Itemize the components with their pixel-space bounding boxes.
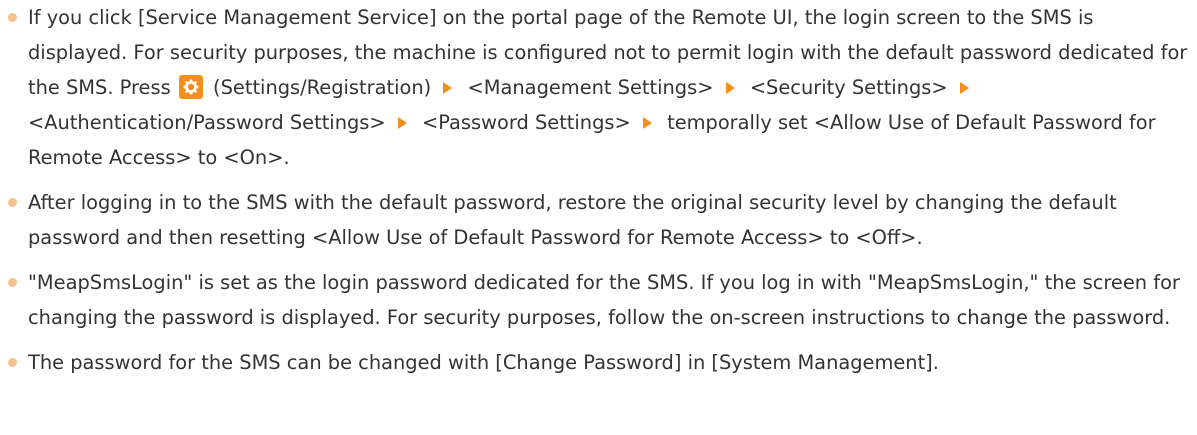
triangle-right-icon [443, 82, 453, 94]
triangle-right-icon [959, 82, 969, 94]
note-item-login: If you click [Service Management Service… [0, 0, 1197, 175]
triangle-right-icon [397, 117, 407, 129]
note-list: If you click [Service Management Service… [0, 0, 1197, 380]
bullet-icon [8, 358, 17, 367]
triangle-right-icon [725, 82, 735, 94]
step-security-settings: <Security Settings> [749, 76, 948, 99]
step-authentication-password-settings: <Authentication/Password Settings> [28, 111, 386, 134]
bullet-icon [8, 278, 17, 287]
note-item-default-password: "MeapSmsLogin" is set as the login passw… [0, 265, 1197, 335]
step-password-settings: <Password Settings> [421, 111, 631, 134]
gear-icon [178, 75, 203, 99]
note-item-restore-security: After logging in to the SMS with the def… [0, 185, 1197, 255]
triangle-right-icon [642, 117, 652, 129]
note-text: "MeapSmsLogin" is set as the login passw… [28, 271, 1180, 329]
bullet-icon [8, 198, 17, 207]
note-item-change-password: The password for the SMS can be changed … [0, 345, 1197, 380]
note-text: After logging in to the SMS with the def… [28, 191, 1117, 249]
bullet-icon [8, 13, 17, 22]
note-text: The password for the SMS can be changed … [28, 351, 939, 374]
settings-registration-label: (Settings/Registration) [213, 76, 432, 99]
step-management-settings: <Management Settings> [467, 76, 714, 99]
